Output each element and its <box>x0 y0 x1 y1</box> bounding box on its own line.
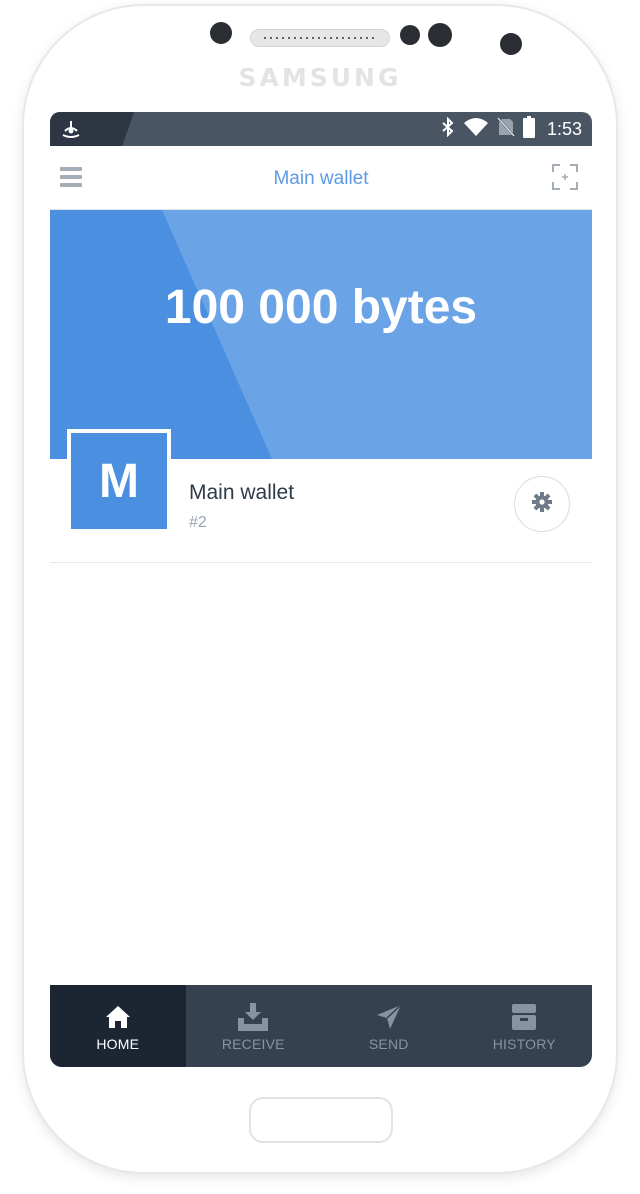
wallet-settings-button[interactable] <box>514 476 570 532</box>
home-icon <box>105 1002 131 1032</box>
front-sensor <box>210 22 232 44</box>
wifi-icon <box>463 117 489 142</box>
wallet-name: Main wallet <box>189 481 295 504</box>
app-bar: Main wallet <box>50 146 592 210</box>
tab-send[interactable]: SEND <box>321 985 457 1067</box>
wallet-avatar: M <box>67 429 171 533</box>
gear-icon <box>531 491 553 518</box>
device-brand: SAMSUNG <box>238 63 402 92</box>
tab-home[interactable]: HOME <box>50 985 186 1067</box>
tab-history-label: HISTORY <box>492 1036 556 1052</box>
front-camera <box>428 23 452 47</box>
earpiece-speaker <box>250 29 390 47</box>
wallet-number: #2 <box>189 514 207 531</box>
tab-receive[interactable]: RECEIVE <box>186 985 322 1067</box>
app-notification-icon <box>60 119 82 144</box>
battery-icon <box>522 115 535 143</box>
app-screen: 1:53 Main wallet 100 000 bytes M Main wa… <box>50 112 592 1067</box>
wallet-content-area <box>50 563 592 985</box>
bluetooth-icon <box>441 116 455 142</box>
tab-history[interactable]: HISTORY <box>457 985 593 1067</box>
tab-receive-label: RECEIVE <box>221 1036 285 1052</box>
bottom-tab-bar: HOME RECEIVE SEND HISTORY <box>50 985 592 1067</box>
scan-icon[interactable] <box>552 164 578 190</box>
status-bar: 1:53 <box>50 112 592 146</box>
balance-amount: 100 000 bytes <box>164 281 478 334</box>
download-icon <box>236 1002 270 1032</box>
balance-banner: 100 000 bytes <box>50 210 592 459</box>
device-home-button[interactable] <box>249 1097 393 1143</box>
light-sensor <box>500 33 522 55</box>
archive-icon <box>510 1002 538 1032</box>
proximity-sensor <box>400 25 420 45</box>
tab-home-label: HOME <box>96 1036 140 1052</box>
page-title: Main wallet <box>273 168 369 189</box>
paper-plane-icon <box>376 1002 402 1032</box>
status-icons: 1:53 <box>441 112 582 146</box>
wallet-avatar-letter: M <box>99 454 139 508</box>
status-time: 1:53 <box>546 118 582 139</box>
no-sim-icon <box>497 116 515 142</box>
wallet-card[interactable]: M Main wallet #2 <box>50 429 592 563</box>
tab-send-label: SEND <box>368 1036 409 1052</box>
